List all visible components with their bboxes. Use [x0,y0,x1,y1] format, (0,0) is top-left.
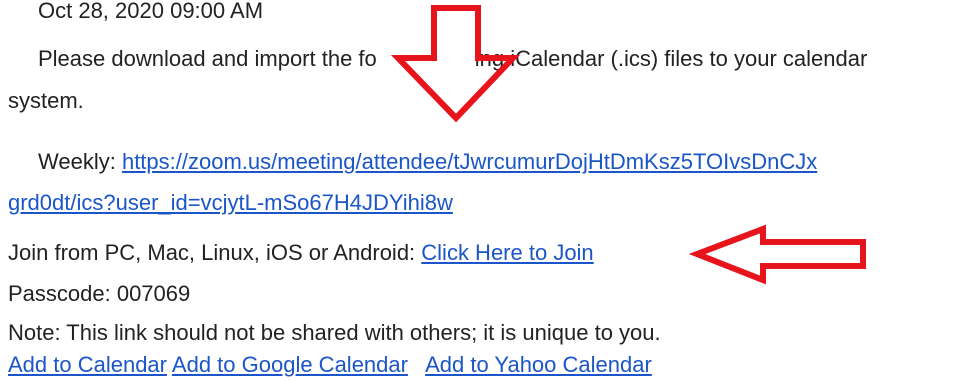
left-arrow-annotation-icon [688,224,866,285]
weekly-line: Weekly: https://zoom.us/meeting/attendee… [38,147,817,177]
ics-instruction-line-2: system. [8,86,84,116]
meeting-datetime-text: Oct 28, 2020 09:00 AM [38,0,264,23]
email-body: Oct 28, 2020 09:00 AM Please download an… [0,0,975,381]
note-text: Note: This link should not be shared wit… [8,320,661,345]
calendar-links: Add to Calendar Add to Google Calendar A… [8,350,652,380]
weekly-ics-link[interactable]: https://zoom.us/meeting/attendee/tJwrcum… [122,149,817,174]
weekly-ics-link-continued[interactable]: grd0dt/ics?user_id=vcjytL-mSo67H4JDYihi8… [8,190,453,215]
ics-instruction-part3: system. [8,88,84,113]
add-to-google-calendar-link[interactable]: Add to Google Calendar [172,352,408,377]
weekly-link-line-2: grd0dt/ics?user_id=vcjytL-mSo67H4JDYihi8… [8,188,453,218]
click-here-to-join-link[interactable]: Click Here to Join [421,240,593,265]
join-line: Join from PC, Mac, Linux, iOS or Android… [8,238,594,268]
passcode-text: Passcode: 007069 [8,281,191,306]
meeting-datetime: Oct 28, 2020 09:00 AM [38,0,263,26]
ics-instruction-part1: Please download and import the fo [38,46,377,71]
ics-instruction-line: Please download and import the fo ing iCa… [38,44,867,74]
add-to-calendar-link[interactable]: Add to Calendar [8,352,167,377]
passcode-line: Passcode: 007069 [8,279,190,309]
weekly-label: Weekly: [38,149,122,174]
note-line: Note: This link should not be shared wit… [8,318,661,348]
ics-instruction-part2: ing iCalendar (.ics) files to your calen… [474,46,868,71]
join-label: Join from PC, Mac, Linux, iOS or Android… [8,240,422,265]
add-to-yahoo-calendar-link[interactable]: Add to Yahoo Calendar [425,352,652,377]
